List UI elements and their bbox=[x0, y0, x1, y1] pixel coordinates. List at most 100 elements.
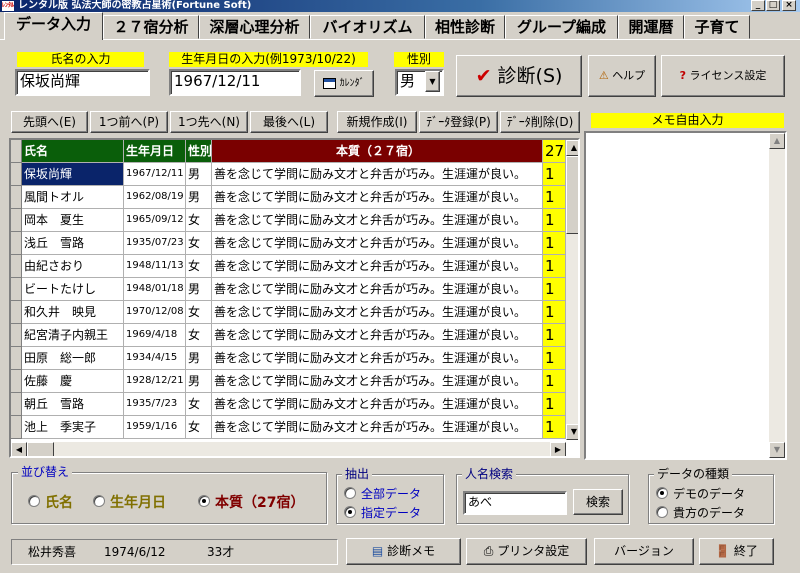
table-row[interactable]: 田原 総一郎 1934/4/15 男善を念じて学問に励み文才と弁舌が巧み。生涯運が良… bbox=[11, 347, 566, 370]
version-button[interactable]: バージョン bbox=[594, 538, 694, 565]
row-indicator[interactable] bbox=[11, 301, 22, 324]
cell-birthdate[interactable]: 1969/4/18 bbox=[124, 324, 186, 347]
cell-birthdate[interactable]: 1959/1/16 bbox=[124, 416, 186, 439]
extract-all-radio[interactable] bbox=[344, 487, 356, 499]
datatype-demo-label[interactable]: デモのデータ bbox=[673, 485, 745, 502]
row-indicator[interactable] bbox=[11, 347, 22, 370]
calendar-button[interactable]: ｶﾚﾝﾀﾞ bbox=[314, 70, 374, 97]
cell-name[interactable]: ビートたけし bbox=[22, 278, 124, 301]
diagnose-button[interactable]: ✔ 診断(S) bbox=[456, 55, 582, 97]
cell-trait[interactable]: 善を念じて学問に励み文才と弁舌が巧み。生涯運が良い。 bbox=[212, 186, 543, 209]
extract-all-label[interactable]: 全部データ bbox=[361, 485, 421, 502]
cell-name[interactable]: 田原 総一郎 bbox=[22, 347, 124, 370]
table-row[interactable]: ビートたけし 1948/01/18 男善を念じて学問に励み文才と弁舌が巧み。生涯運が… bbox=[11, 278, 566, 301]
col-header-name[interactable]: 氏名 bbox=[22, 140, 124, 163]
scroll-down-icon[interactable]: ▼ bbox=[566, 424, 578, 440]
tab-parenting[interactable]: 子育て bbox=[684, 15, 750, 39]
cell-birthdate[interactable]: 1965/09/12 bbox=[124, 209, 186, 232]
cell-gender[interactable]: 女 bbox=[186, 416, 212, 439]
cell-trait[interactable]: 善を念じて学問に励み文才と弁舌が巧み。生涯運が良い。 bbox=[212, 393, 543, 416]
cell-name[interactable]: 由紀さおり bbox=[22, 255, 124, 278]
cell-number[interactable]: 1 bbox=[543, 255, 566, 278]
last-record-button[interactable]: 最後へ(L) bbox=[250, 111, 328, 133]
maximize-button[interactable]: □ bbox=[766, 0, 780, 11]
sort-birthdate-label[interactable]: 生年月日 bbox=[110, 492, 166, 512]
name-input[interactable]: 保坂尚輝 bbox=[15, 69, 150, 96]
scroll-right-icon[interactable]: ▶ bbox=[550, 442, 566, 456]
row-indicator[interactable] bbox=[11, 255, 22, 278]
cell-trait[interactable]: 善を念じて学問に励み文才と弁舌が巧み。生涯運が良い。 bbox=[212, 347, 543, 370]
cell-number[interactable]: 1 bbox=[543, 163, 566, 186]
gender-select[interactable]: 男 ▼ bbox=[395, 69, 444, 96]
row-indicator[interactable] bbox=[11, 232, 22, 255]
scroll-thumb[interactable] bbox=[27, 442, 54, 456]
license-button[interactable]: ? ライセンス設定 bbox=[661, 55, 785, 97]
tab-27-mansions[interactable]: ２７宿分析 bbox=[103, 15, 199, 39]
col-header-birthdate[interactable]: 生年月日 bbox=[124, 140, 186, 163]
cell-number[interactable]: 1 bbox=[543, 232, 566, 255]
cell-birthdate[interactable]: 1970/12/08 bbox=[124, 301, 186, 324]
row-indicator[interactable] bbox=[11, 278, 22, 301]
memo-scrollbar[interactable]: ▲ ▼ bbox=[769, 133, 785, 458]
birthdate-input[interactable]: 1967/12/11 bbox=[169, 69, 301, 96]
register-data-button[interactable]: ﾃﾞｰﾀ登録(P) bbox=[419, 111, 498, 133]
tab-lucky-calendar[interactable]: 開運暦 bbox=[618, 15, 684, 39]
tab-group[interactable]: グループ編成 bbox=[505, 15, 618, 39]
exit-button[interactable]: 🚪 終了 bbox=[699, 538, 774, 565]
cell-gender[interactable]: 女 bbox=[186, 209, 212, 232]
cell-trait[interactable]: 善を念じて学問に励み文才と弁舌が巧み。生涯運が良い。 bbox=[212, 416, 543, 439]
cell-gender[interactable]: 女 bbox=[186, 324, 212, 347]
cell-birthdate[interactable]: 1948/01/18 bbox=[124, 278, 186, 301]
cell-trait[interactable]: 善を念じて学問に励み文才と弁舌が巧み。生涯運が良い。 bbox=[212, 232, 543, 255]
col-header-number[interactable]: 27 bbox=[543, 140, 566, 163]
sort-name-radio[interactable] bbox=[28, 495, 40, 507]
row-indicator[interactable] bbox=[11, 393, 22, 416]
data-grid[interactable]: 氏名 生年月日 性別 本質（２７宿） 27 保坂尚輝 1967/12/11 男善を念… bbox=[9, 138, 580, 458]
cell-trait[interactable]: 善を念じて学問に励み文才と弁舌が巧み。生涯運が良い。 bbox=[212, 301, 543, 324]
scroll-up-icon[interactable]: ▲ bbox=[769, 133, 785, 149]
tab-deep-psychology[interactable]: 深層心理分析 bbox=[199, 15, 310, 39]
cell-gender[interactable]: 女 bbox=[186, 232, 212, 255]
datatype-user-radio[interactable] bbox=[656, 506, 668, 518]
table-row[interactable]: 浅丘 雪路 1935/07/23 女善を念じて学問に励み文才と弁舌が巧み。生涯運が良… bbox=[11, 232, 566, 255]
search-input[interactable]: あべ bbox=[463, 491, 567, 515]
cell-number[interactable]: 1 bbox=[543, 186, 566, 209]
cell-birthdate[interactable]: 1928/12/21 bbox=[124, 370, 186, 393]
table-row[interactable]: 池上 季実子 1959/1/16 女善を念じて学問に励み文才と弁舌が巧み。生涯運が良… bbox=[11, 416, 566, 439]
cell-number[interactable]: 1 bbox=[543, 324, 566, 347]
table-row[interactable]: 和久井 映見 1970/12/08 女善を念じて学問に励み文才と弁舌が巧み。生涯運が… bbox=[11, 301, 566, 324]
table-row[interactable]: 保坂尚輝 1967/12/11 男善を念じて学問に励み文才と弁舌が巧み。生涯運が良い… bbox=[11, 163, 566, 186]
cell-birthdate[interactable]: 1934/4/15 bbox=[124, 347, 186, 370]
extract-selected-label[interactable]: 指定データ bbox=[361, 504, 421, 521]
extract-selected-radio[interactable] bbox=[344, 506, 356, 518]
cell-gender[interactable]: 女 bbox=[186, 301, 212, 324]
table-row[interactable]: 由紀さおり 1948/11/13 女善を念じて学問に励み文才と弁舌が巧み。生涯運が良… bbox=[11, 255, 566, 278]
sort-birthdate-radio[interactable] bbox=[93, 495, 105, 507]
printer-settings-button[interactable]: ⎙ プリンタ設定 bbox=[466, 538, 587, 565]
new-record-button[interactable]: 新規作成(I) bbox=[337, 111, 417, 133]
sort-name-label[interactable]: 氏名 bbox=[45, 492, 73, 512]
col-header-gender[interactable]: 性別 bbox=[186, 140, 212, 163]
cell-gender[interactable]: 男 bbox=[186, 163, 212, 186]
cell-birthdate[interactable]: 1967/12/11 bbox=[124, 163, 186, 186]
chevron-down-icon[interactable]: ▼ bbox=[425, 71, 440, 92]
row-indicator[interactable] bbox=[11, 163, 22, 186]
diagnosis-memo-button[interactable]: ▤ 診断メモ bbox=[346, 538, 461, 565]
tab-compatibility[interactable]: 相性診断 bbox=[425, 15, 505, 39]
scroll-left-icon[interactable]: ◀ bbox=[11, 442, 27, 456]
cell-number[interactable]: 1 bbox=[543, 278, 566, 301]
cell-gender[interactable]: 女 bbox=[186, 393, 212, 416]
row-indicator[interactable] bbox=[11, 324, 22, 347]
cell-number[interactable]: 1 bbox=[543, 209, 566, 232]
cell-birthdate[interactable]: 1935/7/23 bbox=[124, 393, 186, 416]
grid-horizontal-scrollbar[interactable]: ◀ ▶ bbox=[11, 442, 566, 456]
tab-data-input[interactable]: データ入力 bbox=[4, 12, 103, 40]
table-row[interactable]: 朝丘 雪路 1935/7/23 女善を念じて学問に励み文才と弁舌が巧み。生涯運が良い… bbox=[11, 393, 566, 416]
next-record-button[interactable]: 1つ先へ(N) bbox=[170, 111, 248, 133]
cell-number[interactable]: 1 bbox=[543, 347, 566, 370]
row-indicator[interactable] bbox=[11, 370, 22, 393]
grid-vertical-scrollbar[interactable]: ▲ ▼ bbox=[566, 140, 578, 440]
cell-name[interactable]: 佐藤 慶 bbox=[22, 370, 124, 393]
close-button[interactable]: × bbox=[782, 0, 796, 11]
cell-trait[interactable]: 善を念じて学問に励み文才と弁舌が巧み。生涯運が良い。 bbox=[212, 324, 543, 347]
